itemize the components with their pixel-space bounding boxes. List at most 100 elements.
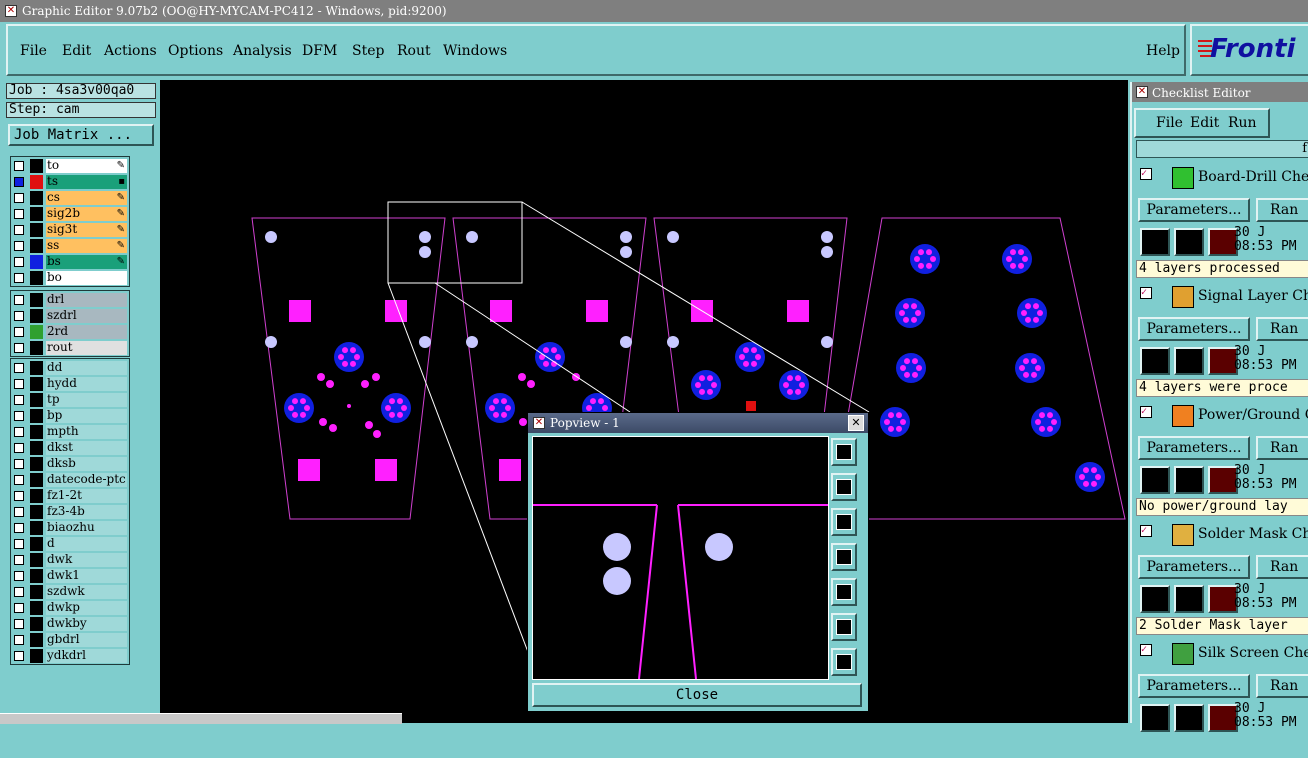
layer-name[interactable]: d bbox=[46, 537, 127, 551]
job-matrix-button[interactable]: Job Matrix ... bbox=[8, 124, 154, 146]
layer-color-swatch[interactable] bbox=[30, 239, 43, 253]
layer-checkbox[interactable] bbox=[14, 343, 24, 353]
layer-name[interactable]: dwk bbox=[46, 553, 127, 567]
layer-row-dkst[interactable]: dkst bbox=[11, 440, 129, 456]
layer-row-szdrl[interactable]: szdrl bbox=[11, 308, 129, 324]
layer-name[interactable]: cs ✎ bbox=[46, 191, 127, 205]
zoom-in-icon[interactable] bbox=[831, 613, 857, 641]
layer-checkbox[interactable] bbox=[14, 327, 24, 337]
layer-row-dwk1[interactable]: dwk1 bbox=[11, 568, 129, 584]
action-name[interactable]: Power/Ground Cl bbox=[1198, 407, 1308, 423]
pan-up-icon[interactable] bbox=[831, 473, 857, 501]
layer-checkbox[interactable] bbox=[14, 241, 24, 251]
layer-color-swatch[interactable] bbox=[30, 569, 43, 583]
ranges-button[interactable]: Ran bbox=[1256, 674, 1308, 698]
layer-name[interactable]: drl bbox=[46, 293, 127, 307]
layer-name[interactable]: dwk1 bbox=[46, 569, 127, 583]
menu-edit[interactable]: Edit bbox=[62, 43, 91, 59]
layer-name[interactable]: gbdrl bbox=[46, 633, 127, 647]
layer-color-swatch[interactable] bbox=[30, 325, 43, 339]
layer-checkbox[interactable] bbox=[14, 555, 24, 565]
layer-name[interactable]: fz3-4b bbox=[46, 505, 127, 519]
layer-name[interactable]: ts ▪ bbox=[46, 175, 127, 189]
parameters-button[interactable]: Parameters... bbox=[1138, 198, 1250, 222]
layer-color-swatch[interactable] bbox=[30, 159, 43, 173]
layer-name[interactable]: hydd bbox=[46, 377, 127, 391]
layer-color-swatch[interactable] bbox=[30, 255, 43, 269]
parameters-button[interactable]: Parameters... bbox=[1138, 436, 1250, 460]
layer-name[interactable]: szdrl bbox=[46, 309, 127, 323]
action-flag-icon[interactable]: ✓ bbox=[1140, 287, 1152, 299]
action-flag-icon[interactable]: ✓ bbox=[1140, 168, 1152, 180]
layer-color-swatch[interactable] bbox=[30, 633, 43, 647]
layer-name[interactable]: dksb bbox=[46, 457, 127, 471]
layer-color-swatch[interactable] bbox=[30, 361, 43, 375]
layer-checkbox[interactable] bbox=[14, 379, 24, 389]
layer-color-swatch[interactable] bbox=[30, 191, 43, 205]
run-continue-icon[interactable] bbox=[1174, 347, 1204, 375]
layer-checkbox[interactable] bbox=[14, 491, 24, 501]
layer-name[interactable]: mpth bbox=[46, 425, 127, 439]
menu-analysis[interactable]: Analysis bbox=[233, 43, 292, 59]
layer-row-dd[interactable]: dd bbox=[11, 360, 129, 376]
layer-color-swatch[interactable] bbox=[30, 521, 43, 535]
layer-color-swatch[interactable] bbox=[30, 649, 43, 663]
layer-row-2rd[interactable]: 2rd bbox=[11, 324, 129, 340]
layer-checkbox[interactable] bbox=[14, 571, 24, 581]
layer-checkbox[interactable] bbox=[14, 427, 24, 437]
layer-checkbox[interactable] bbox=[14, 523, 24, 533]
layer-row-biaozhu[interactable]: biaozhu bbox=[11, 520, 129, 536]
menu-dfm[interactable]: DFM bbox=[302, 43, 337, 59]
parameters-button[interactable]: Parameters... bbox=[1138, 317, 1250, 341]
run-continue-icon[interactable] bbox=[1174, 466, 1204, 494]
layer-name[interactable]: dd bbox=[46, 361, 127, 375]
layer-name[interactable]: 2rd bbox=[46, 325, 127, 339]
layer-row-dwk[interactable]: dwk bbox=[11, 552, 129, 568]
layer-row-dksb[interactable]: dksb bbox=[11, 456, 129, 472]
checklist-menu-file[interactable]: File bbox=[1156, 115, 1183, 131]
layer-checkbox[interactable] bbox=[14, 177, 24, 187]
layer-checkbox[interactable] bbox=[14, 459, 24, 469]
layer-name[interactable]: dkst bbox=[46, 441, 127, 455]
layer-color-swatch[interactable] bbox=[30, 617, 43, 631]
layer-name[interactable]: sig3t ✎ bbox=[46, 223, 127, 237]
layer-color-swatch[interactable] bbox=[30, 377, 43, 391]
menu-actions[interactable]: Actions bbox=[104, 43, 157, 59]
layer-row-rout[interactable]: rout bbox=[11, 340, 129, 356]
layer-name[interactable]: sig2b ✎ bbox=[46, 207, 127, 221]
layer-checkbox[interactable] bbox=[14, 443, 24, 453]
layer-row-ydkdrl[interactable]: ydkdrl bbox=[11, 648, 129, 664]
layer-row-gbdrl[interactable]: gbdrl bbox=[11, 632, 129, 648]
layer-color-swatch[interactable] bbox=[30, 473, 43, 487]
run-icon[interactable] bbox=[1140, 347, 1170, 375]
layer-name[interactable]: ydkdrl bbox=[46, 649, 127, 663]
layer-color-swatch[interactable] bbox=[30, 341, 43, 355]
layer-row-bp[interactable]: bp bbox=[11, 408, 129, 424]
layer-checkbox[interactable] bbox=[14, 257, 24, 267]
layer-checkbox[interactable] bbox=[14, 311, 24, 321]
layer-row-drl[interactable]: drl bbox=[11, 292, 129, 308]
pan-left-icon[interactable] bbox=[831, 543, 857, 571]
layer-name[interactable]: dwkby bbox=[46, 617, 127, 631]
checklist-menu-edit[interactable]: Edit bbox=[1190, 115, 1219, 131]
layer-name[interactable]: biaozhu bbox=[46, 521, 127, 535]
layer-row-to[interactable]: to ✎ bbox=[11, 158, 129, 174]
layer-checkbox[interactable] bbox=[14, 635, 24, 645]
layer-color-swatch[interactable] bbox=[30, 505, 43, 519]
layer-checkbox[interactable] bbox=[14, 295, 24, 305]
parameters-button[interactable]: Parameters... bbox=[1138, 555, 1250, 579]
layer-name[interactable]: to ✎ bbox=[46, 159, 127, 173]
layer-color-swatch[interactable] bbox=[30, 409, 43, 423]
menu-help[interactable]: Help bbox=[1146, 43, 1180, 59]
layer-row-cs[interactable]: cs ✎ bbox=[11, 190, 129, 206]
layer-name[interactable]: rout bbox=[46, 341, 127, 355]
menu-options[interactable]: Options bbox=[168, 43, 223, 59]
zoom-home-icon[interactable] bbox=[831, 438, 857, 466]
layer-row-d[interactable]: d bbox=[11, 536, 129, 552]
checklist-menu-run[interactable]: Run bbox=[1228, 115, 1257, 131]
layer-color-swatch[interactable] bbox=[30, 309, 43, 323]
close-icon[interactable]: ✕ bbox=[848, 415, 864, 431]
layer-name[interactable]: bs ✎ bbox=[46, 255, 127, 269]
layer-checkbox[interactable] bbox=[14, 411, 24, 421]
action-name[interactable]: Solder Mask Che bbox=[1198, 526, 1308, 542]
